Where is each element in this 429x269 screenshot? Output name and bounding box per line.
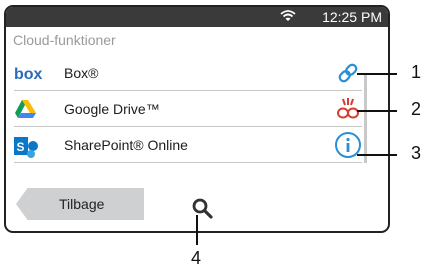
service-label-google-drive: Google Drive™ bbox=[64, 101, 160, 117]
callout-line-4 bbox=[196, 215, 198, 245]
service-label-box: Box® bbox=[64, 65, 99, 81]
box-logo-icon: box bbox=[14, 64, 46, 84]
callout-number-4: 4 bbox=[191, 248, 202, 268]
clock: 12:25 PM bbox=[322, 9, 382, 25]
scrollbar[interactable] bbox=[364, 73, 367, 163]
service-label-sharepoint: SharePoint® Online bbox=[64, 137, 188, 153]
svg-text:S: S bbox=[17, 140, 25, 154]
callout-line-2 bbox=[357, 110, 397, 112]
callout-number-2: 2 bbox=[411, 99, 422, 119]
service-row-sharepoint[interactable]: S SharePoint® Online bbox=[14, 127, 362, 163]
callout-line-3 bbox=[357, 154, 397, 156]
service-row-google-drive[interactable]: Google Drive™ bbox=[14, 91, 362, 127]
sharepoint-logo-icon: S bbox=[14, 136, 46, 158]
back-button[interactable]: Tilbage bbox=[16, 188, 144, 220]
service-row-box[interactable]: box Box® bbox=[14, 55, 362, 91]
printer-screen: 12:25 PM Cloud-funktioner box Box® Googl… bbox=[4, 5, 390, 233]
google-drive-logo-icon bbox=[14, 100, 46, 120]
section-title: Cloud-funktioner bbox=[13, 32, 116, 48]
broken-link-icon[interactable] bbox=[334, 95, 362, 123]
callout-line-1 bbox=[357, 73, 397, 75]
callout-number-1: 1 bbox=[411, 62, 422, 82]
search-icon[interactable] bbox=[191, 197, 215, 221]
wifi-icon bbox=[280, 9, 296, 26]
status-bar: 12:25 PM bbox=[6, 7, 388, 27]
svg-text:box: box bbox=[14, 66, 43, 83]
back-button-label: Tilbage bbox=[59, 196, 105, 212]
callout-number-3: 3 bbox=[411, 143, 422, 163]
